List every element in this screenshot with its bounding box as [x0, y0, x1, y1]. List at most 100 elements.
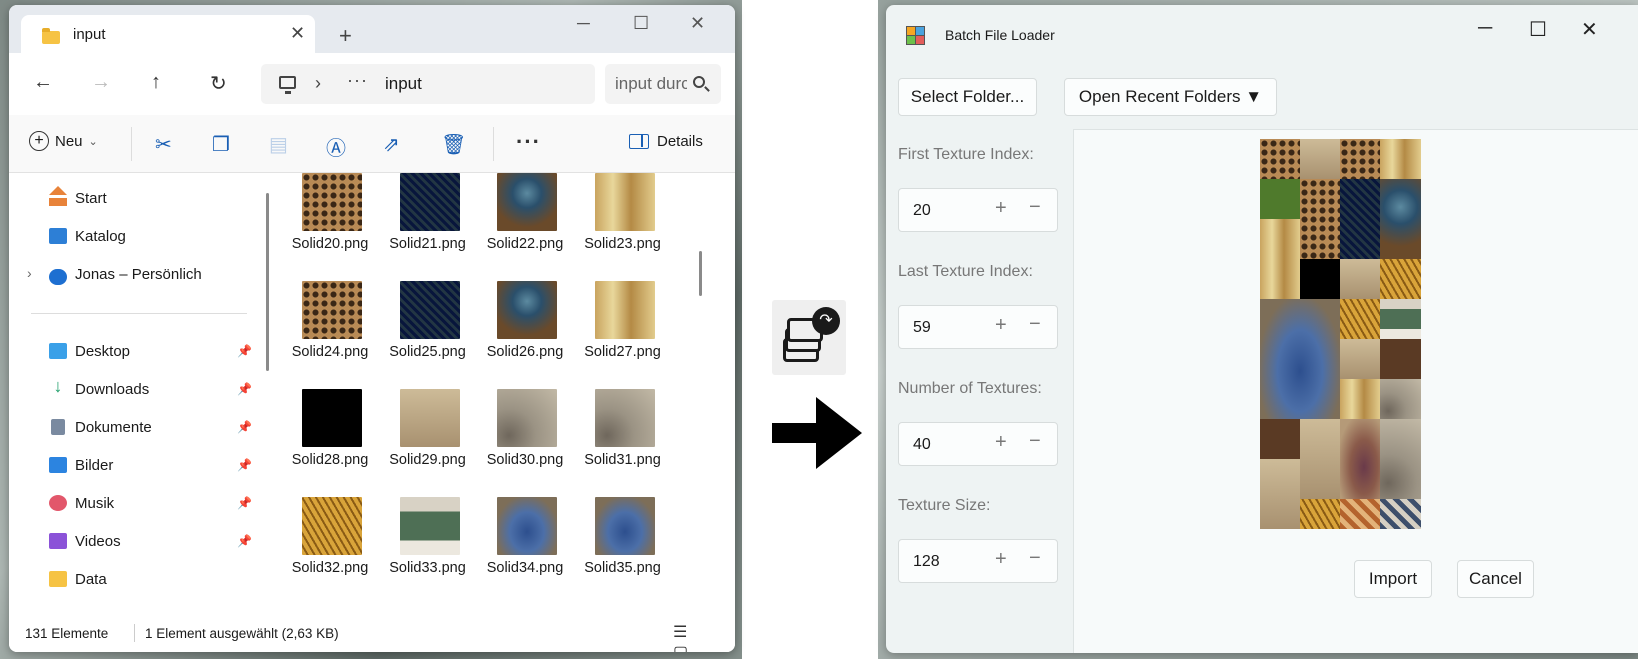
- new-button[interactable]: + Neu ⌄: [29, 131, 98, 151]
- file-item[interactable]: Solid33.png: [382, 497, 474, 601]
- file-thumbnail: [594, 173, 655, 231]
- sidebar-item-videos[interactable]: Videos 📌: [9, 524, 261, 558]
- select-folder-button[interactable]: Select Folder...: [898, 78, 1037, 116]
- decrement-button[interactable]: −: [1029, 430, 1041, 453]
- status-bar: 131 Elemente 1 Element ausgewählt (2,63 …: [9, 616, 735, 652]
- paste-icon[interactable]: ▤: [269, 132, 288, 157]
- minimize-button[interactable]: ─: [577, 13, 590, 34]
- pin-icon[interactable]: 📌: [237, 534, 252, 548]
- file-item[interactable]: Solid30.png: [479, 389, 571, 493]
- file-item[interactable]: Solid27.png: [577, 281, 669, 385]
- sidebar-item-dokumente[interactable]: Dokumente 📌: [9, 410, 261, 444]
- gallery-icon: [49, 228, 67, 244]
- file-item[interactable]: Solid34.png: [479, 497, 571, 601]
- increment-button[interactable]: +: [995, 197, 1007, 220]
- chevron-down-icon: ⌄: [88, 135, 98, 148]
- file-explorer-window: input ✕ + ─ ☐ ✕ ← → ↑ ↻ › ··· input inpu…: [9, 5, 735, 652]
- explorer-tab[interactable]: input ✕: [21, 15, 315, 53]
- batch-import-icon: ↷: [772, 300, 846, 375]
- file-item[interactable]: Solid29.png: [382, 389, 474, 493]
- sidebar-item-katalog[interactable]: Katalog: [9, 219, 261, 253]
- sidebar-item-bilder[interactable]: Bilder 📌: [9, 448, 261, 482]
- increment-button[interactable]: +: [995, 314, 1007, 337]
- sidebar-item-downloads[interactable]: ↓ Downloads 📌: [9, 372, 261, 406]
- close-tab-icon[interactable]: ✕: [290, 23, 305, 44]
- view-toggle-icons[interactable]: ☰ ▢: [673, 622, 735, 652]
- texture-tile: [1260, 179, 1300, 219]
- file-item[interactable]: Solid32.png: [284, 497, 376, 601]
- right-arrow-icon: [772, 397, 862, 469]
- rename-icon[interactable]: Ⓐ: [326, 132, 346, 161]
- last-texture-index-stepper[interactable]: 59 + −: [898, 305, 1058, 349]
- file-item[interactable]: Solid24.png: [284, 281, 376, 385]
- sidebar-scrollbar[interactable]: [266, 193, 269, 371]
- pin-icon[interactable]: 📌: [237, 458, 252, 472]
- pin-icon[interactable]: 📌: [237, 420, 252, 434]
- file-thumbnail: [302, 497, 362, 555]
- increment-button[interactable]: +: [995, 431, 1007, 454]
- sidebar-item-onedrive[interactable]: › Jonas – Persönlich: [9, 257, 261, 291]
- pin-icon[interactable]: 📌: [237, 382, 252, 396]
- this-pc-icon[interactable]: [279, 76, 296, 94]
- close-button[interactable]: ✕: [1581, 17, 1598, 42]
- file-thumbnail: [497, 173, 557, 231]
- stepper-value[interactable]: 128: [913, 553, 940, 571]
- search-box[interactable]: input durchsuchen: [605, 64, 721, 104]
- plus-icon: +: [29, 131, 49, 151]
- file-item[interactable]: Solid31.png: [577, 389, 669, 493]
- file-item[interactable]: Solid28.png: [284, 389, 376, 493]
- file-item[interactable]: Solid22.png: [479, 173, 571, 277]
- file-item[interactable]: Solid25.png: [382, 281, 474, 385]
- file-thumbnail: [399, 497, 460, 555]
- decrement-button[interactable]: −: [1029, 547, 1041, 570]
- scissors-icon[interactable]: ✂: [155, 132, 172, 157]
- up-button[interactable]: ↑: [151, 71, 161, 94]
- file-item[interactable]: Solid35.png: [577, 497, 669, 601]
- forward-button[interactable]: →: [91, 71, 111, 94]
- stepper-value[interactable]: 40: [913, 436, 931, 454]
- search-icon[interactable]: [693, 76, 705, 88]
- first-texture-index-stepper[interactable]: 20 + −: [898, 188, 1058, 232]
- copy-icon[interactable]: ❐: [212, 132, 230, 157]
- breadcrumb-overflow[interactable]: ···: [347, 70, 368, 91]
- documents-icon: [51, 419, 65, 435]
- cancel-button[interactable]: Cancel: [1457, 560, 1534, 598]
- more-options-button[interactable]: ···: [516, 129, 541, 155]
- pin-icon[interactable]: 📌: [237, 344, 252, 358]
- file-item[interactable]: Solid23.png: [577, 173, 669, 277]
- breadcrumb-current[interactable]: input: [385, 74, 422, 94]
- increment-button[interactable]: +: [995, 548, 1007, 571]
- import-button[interactable]: Import: [1354, 560, 1432, 598]
- close-button[interactable]: ✕: [690, 13, 705, 34]
- file-item[interactable]: Solid20.png: [284, 173, 376, 277]
- search-input[interactable]: input durchsuchen: [615, 74, 687, 94]
- file-item[interactable]: Solid26.png: [479, 281, 571, 385]
- open-recent-folders-dropdown[interactable]: Open Recent Folders ▼: [1064, 78, 1277, 116]
- sidebar-item-desktop[interactable]: Desktop 📌: [9, 334, 261, 368]
- maximize-button[interactable]: ☐: [633, 13, 649, 34]
- decrement-button[interactable]: −: [1029, 313, 1041, 336]
- decrement-button[interactable]: −: [1029, 196, 1041, 219]
- sidebar-item-data[interactable]: Data: [9, 562, 261, 596]
- new-tab-button[interactable]: +: [339, 23, 352, 49]
- texture-size-stepper[interactable]: 128 + −: [898, 539, 1058, 583]
- chevron-right-icon[interactable]: ›: [27, 265, 32, 281]
- sidebar-item-musik[interactable]: Musik 📌: [9, 486, 261, 520]
- file-grid-scrollbar[interactable]: [699, 251, 702, 296]
- minimize-button[interactable]: ─: [1478, 17, 1492, 40]
- sidebar-item-start[interactable]: Start: [9, 181, 261, 215]
- stepper-value[interactable]: 20: [913, 202, 931, 220]
- details-button[interactable]: Details: [629, 133, 703, 151]
- delete-icon[interactable]: 🗑: [441, 132, 466, 157]
- address-bar[interactable]: › ··· input: [261, 64, 595, 104]
- maximize-button[interactable]: ☐: [1529, 17, 1547, 42]
- file-item[interactable]: Solid21.png: [382, 173, 474, 277]
- texture-tile: [1300, 259, 1340, 299]
- pin-icon[interactable]: 📌: [237, 496, 252, 510]
- share-icon[interactable]: ⇗: [383, 132, 400, 157]
- stepper-value[interactable]: 59: [913, 319, 931, 337]
- number-of-textures-stepper[interactable]: 40 + −: [898, 422, 1058, 466]
- back-button[interactable]: ←: [33, 71, 53, 94]
- file-name: Solid27.png: [584, 344, 661, 360]
- refresh-button[interactable]: ↻: [210, 71, 227, 96]
